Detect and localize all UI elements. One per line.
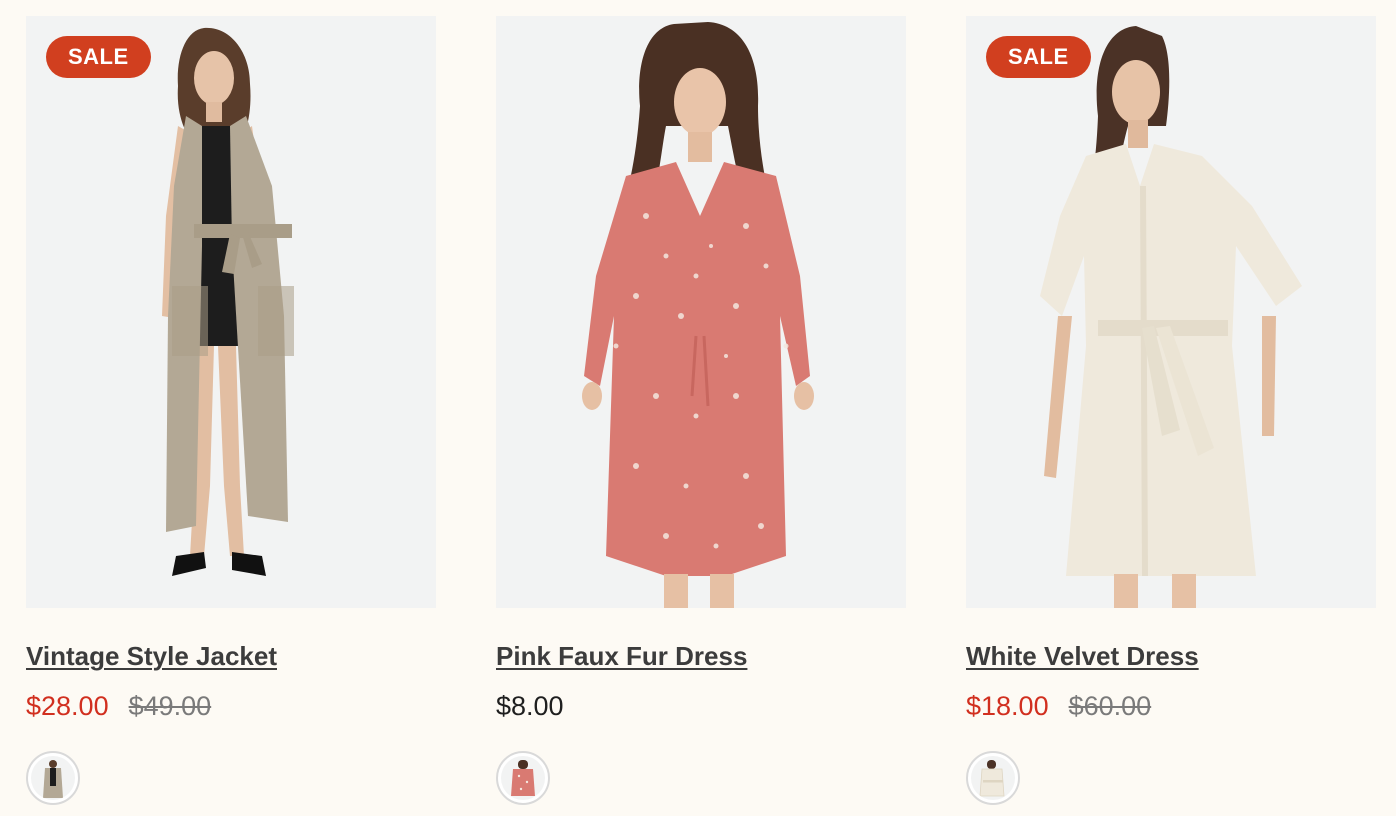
model-beige-long-vest-photo (162, 27, 294, 576)
price-row: $8.00 (496, 688, 906, 724)
product-card: Pink Faux Fur Dress $8.00 (496, 16, 906, 805)
color-swatches (496, 751, 906, 805)
sale-badge: SALE (46, 36, 151, 78)
product-image-link[interactable] (496, 16, 906, 608)
product-image-link[interactable]: SALE (966, 16, 1376, 608)
regular-price: $8.00 (496, 690, 564, 721)
pink-dress-swatch (501, 756, 545, 800)
color-swatches (966, 751, 1376, 805)
model-white-shirt-dress-photo (1040, 26, 1302, 608)
product-title-link[interactable]: Vintage Style Jacket (26, 641, 277, 672)
product-grid: SALE Vintage Style Jacket $28.00 $49.00 (0, 0, 1396, 816)
sale-price: $18.00 (966, 690, 1049, 721)
price-row: $28.00 $49.00 (26, 688, 436, 724)
color-swatch[interactable] (26, 751, 80, 805)
product-card: SALE Vintage Style Jacket $28.00 $49.00 (26, 16, 436, 805)
color-swatch[interactable] (966, 751, 1020, 805)
beige-vest-swatch (31, 756, 75, 800)
sale-price: $28.00 (26, 690, 109, 721)
price-row: $18.00 $60.00 (966, 688, 1376, 724)
product-image-link[interactable]: SALE (26, 16, 436, 608)
product-title-link[interactable]: White Velvet Dress (966, 641, 1199, 672)
compare-at-price: $60.00 (1068, 690, 1152, 721)
color-swatch[interactable] (496, 751, 550, 805)
color-swatches (26, 751, 436, 805)
product-card: SALE White Velvet Dress $18.00 $60.00 (966, 16, 1376, 805)
white-dress-swatch (971, 756, 1015, 800)
model-pink-floral-dress-photo (582, 22, 814, 608)
sale-badge: SALE (986, 36, 1091, 78)
compare-at-price: $49.00 (128, 690, 212, 721)
product-title-link[interactable]: Pink Faux Fur Dress (496, 641, 747, 672)
